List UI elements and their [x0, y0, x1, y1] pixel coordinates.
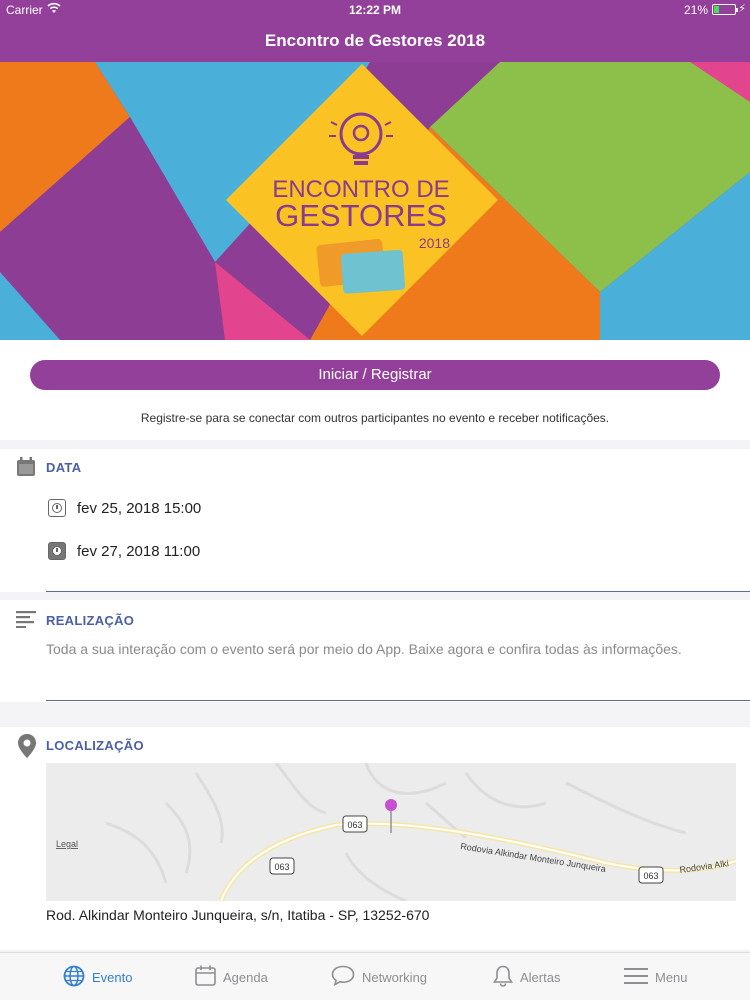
date-end: fev 27, 2018 11:00 [77, 542, 201, 560]
location-address: Rod. Alkindar Monteiro Junqueira, s/n, I… [46, 907, 430, 923]
date-start: fev 25, 2018 15:00 [77, 499, 202, 517]
location-pin-icon [18, 734, 36, 763]
tab-bar: Evento Agenda Networking Alertas Menu [0, 952, 750, 1000]
realizacao-title: REALIZAÇÃO [46, 613, 135, 628]
tab-menu[interactable]: Menu [624, 953, 688, 1000]
divider [46, 700, 750, 701]
tab-evento[interactable]: Evento [63, 953, 132, 1000]
location-title: LOCALIZAÇÃO [46, 738, 144, 753]
date-section-title: DATA [46, 460, 82, 475]
date-row: fev 27, 2018 11:00 [48, 542, 200, 560]
date-section: DATA fev 25, 2018 15:00 fev 27, 2018 11:… [0, 449, 750, 592]
bell-icon [493, 965, 513, 990]
status-time: 12:22 PM [348, 3, 402, 17]
tab-menu-label: Menu [655, 969, 688, 985]
register-card: Iniciar / Registrar Registre-se para se … [0, 340, 750, 440]
date-row: fev 25, 2018 15:00 [48, 499, 201, 517]
tab-evento-label: Evento [92, 969, 133, 985]
tab-networking[interactable]: Networking [331, 953, 427, 1000]
realizacao-section: REALIZAÇÃO Toda a sua interação com o ev… [0, 600, 750, 702]
battery-percent: 21% [683, 3, 708, 17]
top-bar: Carrier 12:22 PM 21% ⚡ Encontro de Gesto… [0, 0, 750, 62]
nav-title: Encontro de Gestores 2018 [264, 31, 486, 50]
road-badge: 063 [643, 871, 658, 881]
divider [46, 591, 750, 592]
map-pin [385, 799, 397, 811]
road-badge: 063 [274, 862, 289, 872]
battery-icon [712, 4, 738, 15]
tab-alertas[interactable]: Alertas [493, 953, 560, 1000]
event-banner: ENCONTRO DE GESTORES 2018 [0, 62, 750, 340]
tab-agenda[interactable]: Agenda [195, 953, 268, 1000]
charging-icon: ⚡ [738, 3, 746, 15]
status-bar: Carrier 12:22 PM 21% ⚡ [0, 0, 750, 20]
register-button[interactable]: Iniciar / Registrar [30, 360, 720, 390]
tab-agenda-label: Agenda [223, 969, 268, 985]
text-lines-icon [16, 610, 36, 633]
tab-networking-label: Networking [362, 969, 428, 985]
map-legal-link: Legal [56, 839, 78, 849]
road-badge: 063 [347, 820, 362, 830]
globe-icon [63, 965, 85, 990]
calendar-icon [16, 457, 36, 482]
clock-icon [48, 499, 66, 517]
banner-year: 2018 [419, 235, 450, 251]
location-section: LOCALIZAÇÃO 063 063 063 Rodovia Alkindar… [0, 727, 750, 950]
banner-graphic: ENCONTRO DE GESTORES 2018 [0, 62, 750, 340]
tab-alertas-label: Alertas [520, 969, 561, 985]
clock-filled-icon [48, 542, 66, 560]
realizacao-text: Toda a sua interação com o evento será p… [46, 641, 682, 657]
banner-line2: GESTORES [275, 198, 447, 233]
map-graphic: 063 063 063 Rodovia Alkindar Monteiro Ju… [46, 763, 736, 901]
location-map[interactable]: 063 063 063 Rodovia Alkindar Monteiro Ju… [46, 763, 736, 901]
calendar-icon [195, 965, 216, 989]
chat-bubble-icon [331, 965, 355, 989]
hamburger-icon [624, 967, 648, 988]
register-hint: Registre-se para se conectar com outros … [140, 411, 610, 425]
